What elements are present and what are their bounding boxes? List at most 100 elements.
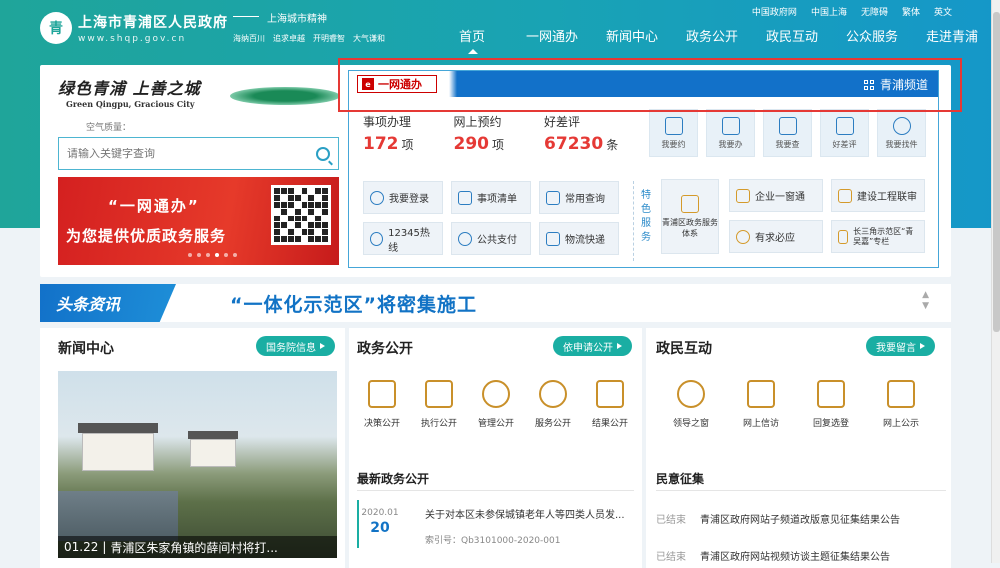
search-input[interactable] (67, 147, 267, 160)
arrow-down-icon[interactable]: ▼ (922, 301, 929, 312)
search-icon[interactable] (316, 146, 330, 161)
grid-icon (863, 79, 874, 90)
water (58, 491, 178, 541)
doc-search-icon (546, 190, 560, 205)
feature-label: 有求必应 (755, 233, 795, 244)
feature-gov-system[interactable]: 青浦区政务服务体系 (661, 179, 719, 254)
stat-label: 网上预约 (453, 115, 502, 129)
interaction-icons: 领导之窗 网上信访 回复选登 网上公示 (672, 380, 920, 429)
stat-unit: 项 (401, 138, 414, 152)
section-title: 政民互动 (656, 341, 712, 357)
caption-date: 01.22 (64, 540, 99, 554)
form-icon (721, 116, 740, 135)
quick-find[interactable]: 我要找件 (877, 109, 926, 157)
link-china-gov[interactable]: 中国政府网 (752, 5, 797, 18)
heart-hand-icon (539, 380, 567, 408)
banner-pager[interactable] (188, 253, 237, 257)
news-item[interactable]: 2020.01 20 关于对本区未参保城镇老年人等四类人员发... 索引号：Qb3… (357, 500, 634, 560)
headline-text[interactable]: “一体化示范区”将密集施工 (230, 290, 477, 317)
headline-arrows[interactable]: ▲ ▼ (922, 290, 929, 312)
spirit-word: 海纳百川 (233, 34, 265, 43)
quick-handle[interactable]: 我要办 (706, 109, 755, 157)
search-icon (892, 116, 911, 135)
quick-query[interactable]: 我要查 (763, 109, 812, 157)
feature-response[interactable]: 有求必应 (729, 220, 823, 253)
open-result[interactable]: 结果公开 (591, 380, 629, 429)
news-photo[interactable]: 01.22 | 青浦区朱家角镇的薛间村将打... (58, 371, 337, 558)
ywtb-logo[interactable]: e 一网通办 (357, 75, 437, 93)
icon-label: 执行公开 (420, 419, 457, 429)
scrollbar-thumb[interactable] (993, 12, 1000, 332)
people-icon (677, 380, 705, 408)
online-publicity[interactable]: 网上公示 (882, 380, 920, 429)
feature-enterprise[interactable]: 企业一窗通 (729, 179, 823, 212)
link-english[interactable]: 英文 (934, 5, 952, 18)
feature-label: 青浦区政务服务体系 (662, 217, 718, 238)
feature-delta[interactable]: 长三角示范区“青吴嘉”专栏 (831, 220, 925, 253)
site-logo[interactable]: 青 上海市青浦区人民政府 www.shqp.gov.cn (40, 12, 228, 44)
qingpu-channel-link[interactable]: 青浦频道 (863, 76, 928, 93)
nav-interaction[interactable]: 政民互动 (752, 26, 832, 50)
stat-unit: 条 (606, 138, 619, 152)
nav-public-service[interactable]: 公众服务 (832, 26, 912, 50)
news-center: 新闻中心 国务院信息 01.22 | 青浦区朱家角镇的薛间村将打... (40, 328, 345, 568)
clipboard-check-icon (596, 380, 624, 408)
slogan: 绿色青浦 上善之城 (58, 79, 201, 98)
apply-open-button[interactable]: 依申请公开 (553, 336, 632, 356)
nav-ywtb[interactable]: 一网通办 (512, 26, 592, 50)
collect-item[interactable]: 已结束 青浦区政府网站子频道改版意见征集结果公告 (656, 511, 900, 526)
nav-gov-open[interactable]: 政务公开 (672, 26, 752, 50)
link-accessibility[interactable]: 无障碍 (861, 5, 888, 18)
house (82, 433, 154, 471)
online-petition[interactable]: 网上信访 (742, 380, 780, 429)
state-council-button[interactable]: 国务院信息 (256, 336, 335, 356)
open-execution[interactable]: 执行公开 (420, 380, 458, 429)
link-shanghai[interactable]: 中国上海 (811, 5, 847, 18)
quick-appointment[interactable]: 我要约 (649, 109, 698, 157)
leave-message-button[interactable]: 我要留言 (866, 336, 935, 356)
stat-item[interactable]: 事项办理 172 项 (363, 113, 414, 154)
ywtb-banner[interactable]: “一网通办” 为您提供优质政务服务 (58, 177, 339, 265)
collect-item[interactable]: 已结束 青浦区政府网站视频访谈主题征集结果公告 (656, 548, 890, 563)
stat-label: 好差评 (544, 115, 581, 129)
roof (78, 423, 158, 433)
stat-item[interactable]: 好差评 67230 条 (544, 113, 618, 154)
open-service[interactable]: 服务公开 (534, 380, 572, 429)
link-traditional[interactable]: 繁体 (902, 5, 920, 18)
arrow-up-icon[interactable]: ▲ (922, 290, 929, 301)
leader-window[interactable]: 领导之窗 (672, 380, 710, 429)
interaction: 政民互动 我要留言 领导之窗 网上信访 回复选登 网上公示 民意征集 已结束 青浦… (646, 328, 951, 568)
service-grid: 我要登录 事项清单 常用查询 12345热线 公共支付 物流快递 (363, 181, 619, 255)
quick-buttons: 我要约 我要办 我要查 好差评 我要找件 (649, 109, 926, 157)
feature-label: 建设工程联审 (857, 192, 917, 203)
collect-text: 青浦区政府网站视频访谈主题征集结果公告 (700, 552, 890, 563)
feature-construction[interactable]: 建设工程联审 (831, 179, 925, 212)
service-login[interactable]: 我要登录 (363, 181, 443, 214)
service-payment[interactable]: 公共支付 (451, 222, 531, 255)
service-delivery[interactable]: 物流快递 (539, 222, 619, 255)
service-hotline[interactable]: 12345热线 (363, 222, 443, 255)
nav-about[interactable]: 走进青浦 (912, 26, 992, 50)
building-icon (681, 194, 699, 213)
nav-news[interactable]: 新闻中心 (592, 26, 672, 50)
user-icon (370, 190, 384, 205)
channel-label: 青浦频道 (879, 78, 928, 92)
open-decision[interactable]: 决策公开 (363, 380, 401, 429)
scrollbar[interactable] (991, 0, 1000, 563)
open-icons: 决策公开 执行公开 管理公开 服务公开 结果公开 (363, 380, 629, 429)
service-list[interactable]: 事项清单 (451, 181, 531, 214)
nav-home[interactable]: 首页 (432, 26, 512, 54)
open-management[interactable]: 管理公开 (477, 380, 515, 429)
delta-icon (838, 229, 849, 244)
stat-unit: 项 (492, 138, 505, 152)
reply-selection[interactable]: 回复选登 (812, 380, 850, 429)
quick-review[interactable]: 好差评 (820, 109, 869, 157)
divider (656, 490, 946, 491)
news-index: 索引号：Qb3101000-2020-001 (425, 536, 561, 546)
service-query[interactable]: 常用查询 (539, 181, 619, 214)
collect-title: 民意征集 (656, 472, 705, 486)
news-title[interactable]: 关于对本区未参保城镇老年人等四类人员发... (425, 506, 635, 521)
quick-label: 我要找件 (885, 139, 918, 149)
stat-item[interactable]: 网上预约 290 项 (454, 113, 505, 154)
flag-icon (368, 380, 396, 408)
